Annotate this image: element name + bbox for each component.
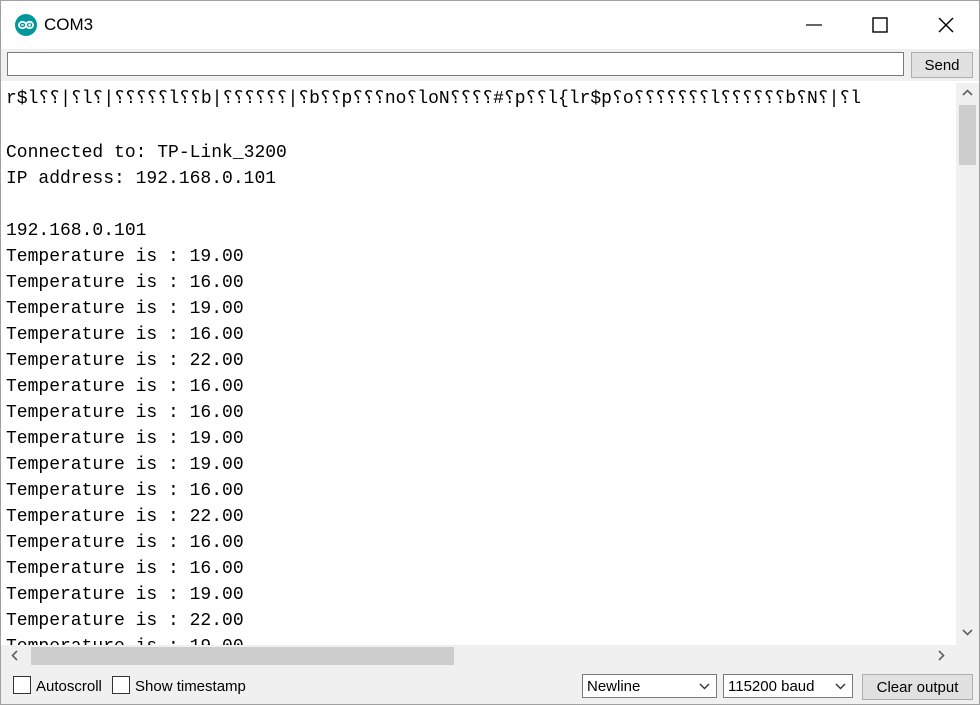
temperature-line: Temperature is : 16.00 [6, 273, 244, 293]
chevron-up-icon [962, 89, 973, 96]
minimize-icon [806, 24, 822, 26]
temperature-line: Temperature is : 19.00 [6, 585, 244, 605]
scroll-right-button[interactable] [928, 645, 956, 667]
temperature-line: Temperature is : 19.00 [6, 429, 244, 449]
minimize-button[interactable] [781, 1, 847, 49]
chevron-down-icon [699, 683, 710, 690]
chevron-down-icon [962, 629, 973, 636]
show-timestamp-checkbox[interactable] [112, 676, 130, 694]
temperature-line: Temperature is : 16.00 [6, 533, 244, 553]
autoscroll-label: Autoscroll [36, 678, 102, 695]
maximize-button[interactable] [847, 1, 913, 49]
scroll-up-button[interactable] [956, 83, 979, 103]
line-ending-value: Newline [587, 678, 641, 695]
chevron-down-icon [835, 683, 846, 690]
arduino-logo-icon [15, 14, 37, 36]
temperature-line: Temperature is : 19.00 [6, 299, 244, 319]
connected-line: Connected to: TP-Link_3200 [6, 143, 287, 163]
bottom-toolbar: Autoscroll Show timestamp Newline 115200… [1, 667, 979, 704]
horizontal-scroll-thumb[interactable] [31, 647, 454, 665]
baud-rate-value: 115200 baud [728, 678, 815, 695]
scrollbar-corner [956, 645, 979, 667]
window-title: COM3 [44, 15, 94, 34]
send-toolbar: Send [1, 49, 979, 81]
close-icon [938, 17, 954, 33]
temperature-line: Temperature is : 16.00 [6, 403, 244, 423]
serial-monitor-window: COM3 Send r$l⸮⸮|⸮l⸮|⸮⸮⸮⸮⸮l⸮⸮b|⸮⸮⸮⸮⸮⸮|⸮b⸮… [0, 0, 980, 705]
temperature-line: Temperature is : 19.00 [6, 634, 244, 645]
scroll-down-button[interactable] [956, 623, 979, 643]
vertical-scrollbar[interactable] [956, 83, 979, 645]
close-button[interactable] [913, 1, 979, 49]
temperature-line: Temperature is : 22.00 [6, 351, 244, 371]
temperature-line: Temperature is : 16.00 [6, 325, 244, 345]
show-timestamp-label: Show timestamp [135, 678, 246, 695]
line-ending-select[interactable]: Newline [582, 674, 717, 698]
clear-output-button[interactable]: Clear output [862, 674, 973, 700]
temperature-line: Temperature is : 16.00 [6, 481, 244, 501]
title-bar: COM3 [1, 1, 979, 49]
temperature-line: Temperature is : 16.00 [6, 377, 244, 397]
ip-line: IP address: 192.168.0.101 [6, 169, 277, 189]
send-button[interactable]: Send [911, 52, 973, 78]
scroll-left-button[interactable] [1, 645, 29, 667]
temperature-line: Temperature is : 16.00 [6, 559, 244, 579]
temperature-line: Temperature is : 19.00 [6, 247, 244, 267]
send-input[interactable] [7, 52, 904, 76]
autoscroll-checkbox[interactable] [13, 676, 31, 694]
temperature-line: Temperature is : 22.00 [6, 611, 244, 631]
temperature-line: Temperature is : 19.00 [6, 455, 244, 475]
ip-repeat-line: 192.168.0.101 [6, 221, 147, 241]
chevron-left-icon [11, 650, 18, 661]
vertical-scroll-thumb[interactable] [959, 105, 976, 165]
maximize-icon [872, 17, 888, 33]
serial-output[interactable]: r$l⸮⸮|⸮l⸮|⸮⸮⸮⸮⸮l⸮⸮b|⸮⸮⸮⸮⸮⸮|⸮b⸮⸮p⸮⸮⸮no⸮lo… [1, 83, 956, 645]
chevron-right-icon [938, 650, 945, 661]
baud-rate-select[interactable]: 115200 baud [723, 674, 853, 698]
horizontal-scrollbar[interactable] [1, 645, 956, 667]
temperature-line: Temperature is : 22.00 [6, 507, 244, 527]
garbage-line: r$l⸮⸮|⸮l⸮|⸮⸮⸮⸮⸮l⸮⸮b|⸮⸮⸮⸮⸮⸮|⸮b⸮⸮p⸮⸮⸮no⸮lo… [6, 89, 862, 109]
